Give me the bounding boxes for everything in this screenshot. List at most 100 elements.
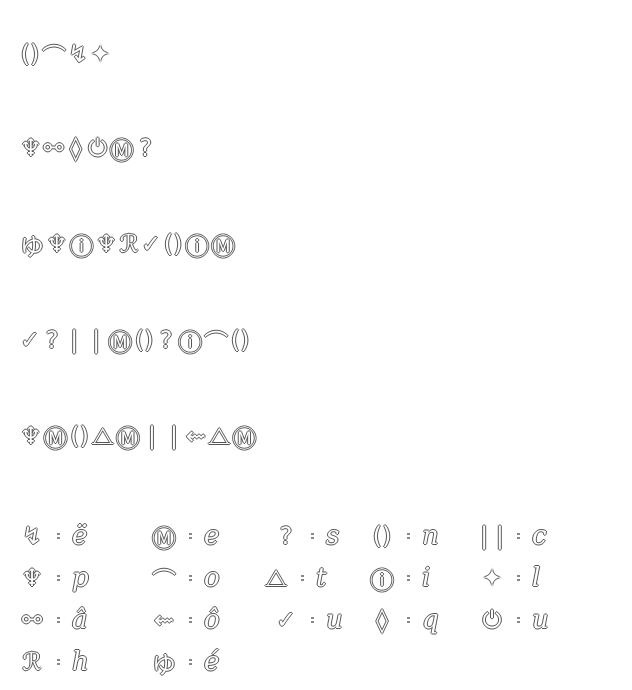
legend-letter: o — [204, 563, 220, 593]
parentheses-icon: () — [230, 326, 250, 354]
equals-icon — [54, 614, 64, 626]
trident-icon: ♆ — [21, 564, 43, 592]
bar-icon: | — [92, 326, 101, 354]
star-icon: ✦ — [90, 40, 111, 68]
trident-icon: ♆ — [46, 230, 68, 258]
parentheses-icon: () — [134, 326, 154, 354]
equals-icon — [514, 572, 524, 584]
link-icon: ⚯ — [43, 134, 64, 162]
wave-arrow-icon: ⇜ — [185, 422, 206, 450]
circled-m-icon: Ⓜ — [115, 424, 140, 453]
legend-pair: ⚯ â — [20, 602, 88, 638]
info-icon: ⓘ — [370, 566, 394, 595]
legend-row-1: ↯ ë Ⓜe ? s () n | | c — [20, 518, 620, 560]
cipher-row-4: ✓ ? | | Ⓜ () ? ⓘ ⌒ () — [20, 320, 252, 360]
equals-icon — [54, 572, 64, 584]
legend-pair: ゆé — [152, 644, 219, 680]
equals-icon — [308, 614, 318, 626]
wave-arrow-icon: ⇜ — [153, 606, 175, 634]
legend-pair: ⇜ ô — [152, 602, 220, 638]
arc-icon: ⌒ — [152, 566, 176, 595]
legend-letter: u — [532, 605, 549, 635]
legend-letter: h — [72, 647, 89, 677]
legend-letter: c — [532, 521, 547, 551]
equals-icon — [54, 530, 64, 542]
equals-icon — [186, 530, 196, 542]
legend-letter: e — [204, 521, 220, 551]
legend-pair: ✦ l — [480, 560, 540, 596]
power-icon: ⏻ — [482, 606, 502, 634]
double-bar-icon: | | — [480, 522, 504, 550]
legend-pair: ? s — [274, 518, 340, 554]
equals-icon — [308, 530, 318, 542]
equals-icon — [404, 530, 414, 542]
info-icon: ⓘ — [69, 232, 94, 261]
star-icon: ✦ — [481, 564, 503, 592]
trident-icon: ♆ — [95, 230, 118, 258]
equals-icon — [186, 656, 196, 668]
legend-letter: n — [422, 521, 439, 551]
legend-pair: ✓ u — [274, 602, 343, 638]
legend-pair: () n — [370, 518, 439, 554]
diamond-icon: ◊ — [376, 606, 388, 634]
triangle-flag-icon: ⧍ — [264, 564, 288, 592]
zigzag-icon: ↯ — [68, 40, 89, 68]
question-mark-icon: ? — [279, 522, 293, 550]
legend-pair: ↯ ë — [20, 518, 87, 554]
legend-row-2: ♆ p ⌒ o ⧍ t ⓘ i ✦ l — [20, 560, 620, 602]
arc-icon: ⌒ — [204, 328, 229, 357]
circled-m-icon: Ⓜ — [43, 424, 68, 453]
hook-icon: ゆ — [20, 232, 44, 261]
equals-icon — [298, 572, 308, 584]
parentheses-icon: () — [372, 522, 392, 550]
cipher-row-1: () ⌒ ↯ ✦ — [20, 34, 112, 74]
cipher-row-5: ♆ Ⓜ () ⧍ Ⓜ | | ⇜ ⧍ Ⓜ — [20, 416, 258, 456]
zigzag-icon: ↯ — [21, 522, 43, 550]
legend-letter: l — [532, 563, 541, 593]
equals-icon — [186, 614, 196, 626]
legend-pair: ⧍ t — [264, 560, 327, 596]
legend-letter: u — [326, 605, 343, 635]
cipher-legend: ↯ ë Ⓜe ? s () n | | c ♆ p ⌒ o ⧍ t ⓘ i ✦ l — [20, 518, 620, 686]
script-r-icon: ℛ — [119, 230, 139, 258]
legend-pair: ⌒ o — [152, 560, 220, 596]
equals-icon — [404, 614, 414, 626]
cipher-row-2: ♆ ⚯ ◊ ⏻ Ⓜ ? — [20, 128, 158, 168]
equals-icon — [514, 530, 524, 542]
parentheses-icon: () — [20, 40, 40, 68]
parentheses-icon: () — [70, 422, 89, 450]
trident-icon: ♆ — [20, 134, 42, 162]
legend-pair: | | c — [480, 518, 547, 554]
circled-m-icon: Ⓜ — [232, 424, 257, 453]
legend-letter: s — [326, 521, 340, 551]
equals-icon — [54, 656, 64, 668]
legend-row-4: ℛh ゆé — [20, 644, 620, 686]
question-mark-icon: ? — [139, 134, 152, 162]
parentheses-icon: () — [163, 230, 183, 258]
legend-row-3: ⚯ â ⇜ ô ✓ u ◊ q ⏻ u — [20, 602, 620, 644]
legend-letter: i — [422, 563, 431, 593]
cipher-row-3: ゆ ♆ ⓘ ♆ ℛ ✓ () ⓘ Ⓜ — [20, 224, 237, 264]
checkmark-icon: ✓ — [20, 326, 41, 354]
power-icon: ⏻ — [88, 134, 108, 162]
equals-icon — [186, 572, 196, 584]
legend-pair: Ⓜe — [152, 518, 219, 554]
equals-icon — [514, 614, 524, 626]
diamond-icon: ◊ — [69, 134, 82, 162]
checkmark-icon: ✓ — [141, 230, 162, 258]
link-icon: ⚯ — [21, 606, 43, 634]
question-mark-icon: ? — [159, 326, 173, 354]
hook-icon: ゆ — [152, 650, 176, 679]
legend-pair: ◊ q — [370, 602, 439, 638]
arc-icon: ⌒ — [42, 42, 66, 71]
script-r-icon: ℛ — [22, 648, 42, 676]
bar-icon: | — [169, 422, 178, 450]
legend-letter: ë — [72, 521, 88, 551]
equals-icon — [404, 572, 414, 584]
legend-pair: ♆ p — [20, 560, 88, 596]
question-mark-icon: ? — [45, 326, 59, 354]
legend-letter: q — [422, 605, 439, 635]
info-icon: ⓘ — [185, 232, 210, 261]
circled-m-icon: Ⓜ — [108, 328, 133, 357]
circled-m-icon: Ⓜ — [211, 232, 236, 261]
